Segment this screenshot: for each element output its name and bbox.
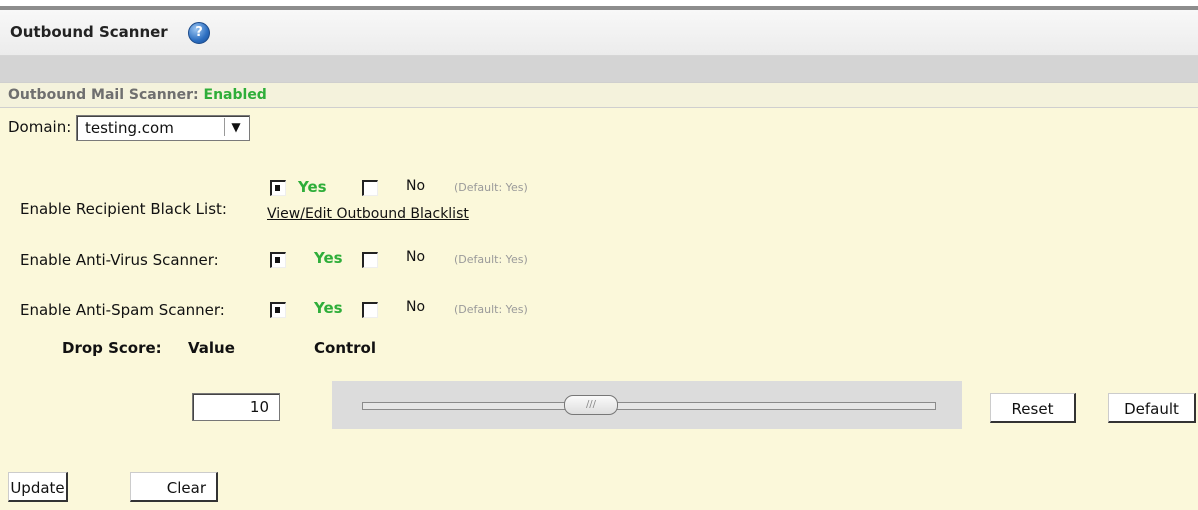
page-header: Outbound Scanner ? [0, 10, 1198, 56]
chevron-down-icon[interactable]: ▼ [224, 118, 247, 136]
scanner-status-value: Enabled [203, 87, 267, 103]
toolbar-strip [0, 56, 1198, 82]
drop-score-input[interactable]: 10 [192, 393, 280, 421]
drop-score-slider-panel: /// [332, 381, 962, 429]
recipient-blacklist-yes-label: Yes [298, 178, 327, 196]
help-icon[interactable]: ? [188, 22, 210, 44]
default-button[interactable]: Default [1108, 393, 1196, 423]
antivirus-no-label: No [406, 249, 426, 265]
recipient-blacklist-default: (Default: Yes) [454, 181, 528, 194]
domain-select-value: testing.com [85, 119, 174, 137]
scanner-status-bar: Outbound Mail Scanner: Enabled [0, 82, 1198, 108]
antivirus-default: (Default: Yes) [454, 253, 528, 266]
view-edit-blacklist-link[interactable]: View/Edit Outbound Blacklist [267, 206, 469, 222]
antispam-label: Enable Anti-Spam Scanner: [20, 301, 225, 319]
antispam-yes-label: Yes [314, 299, 343, 317]
drop-score-value: 10 [249, 398, 269, 416]
page-title: Outbound Scanner [10, 23, 168, 41]
antispam-no-radio[interactable] [362, 302, 378, 318]
reset-button[interactable]: Reset [990, 393, 1076, 423]
recipient-blacklist-yes-radio[interactable] [270, 180, 286, 196]
control-column-header: Control [314, 339, 377, 357]
antivirus-yes-radio[interactable] [270, 252, 286, 268]
update-button[interactable]: Update [8, 472, 68, 502]
antispam-no-label: No [406, 299, 426, 315]
antivirus-no-radio[interactable] [362, 252, 378, 268]
main-panel: Outbound Mail Scanner: Enabled Domain: t… [0, 82, 1198, 510]
domain-label: Domain: [8, 118, 72, 136]
antispam-default: (Default: Yes) [454, 303, 528, 316]
value-column-header: Value [188, 339, 235, 357]
recipient-blacklist-no-radio[interactable] [362, 180, 378, 196]
domain-select[interactable]: testing.com ▼ [76, 115, 250, 141]
clear-button[interactable]: Clear [130, 472, 218, 502]
scanner-status-label: Outbound Mail Scanner: Enabled [8, 87, 267, 103]
antispam-yes-radio[interactable] [270, 302, 286, 318]
drop-score-slider-track[interactable] [362, 402, 936, 410]
recipient-blacklist-no-label: No [406, 178, 426, 194]
scanner-status-text: Outbound Mail Scanner: [8, 87, 199, 103]
antivirus-yes-label: Yes [314, 249, 343, 267]
antivirus-label: Enable Anti-Virus Scanner: [20, 251, 219, 269]
recipient-blacklist-label: Enable Recipient Black List: [20, 200, 227, 218]
drop-score-slider-thumb[interactable]: /// [564, 395, 618, 415]
drop-score-label: Drop Score: [62, 339, 162, 357]
